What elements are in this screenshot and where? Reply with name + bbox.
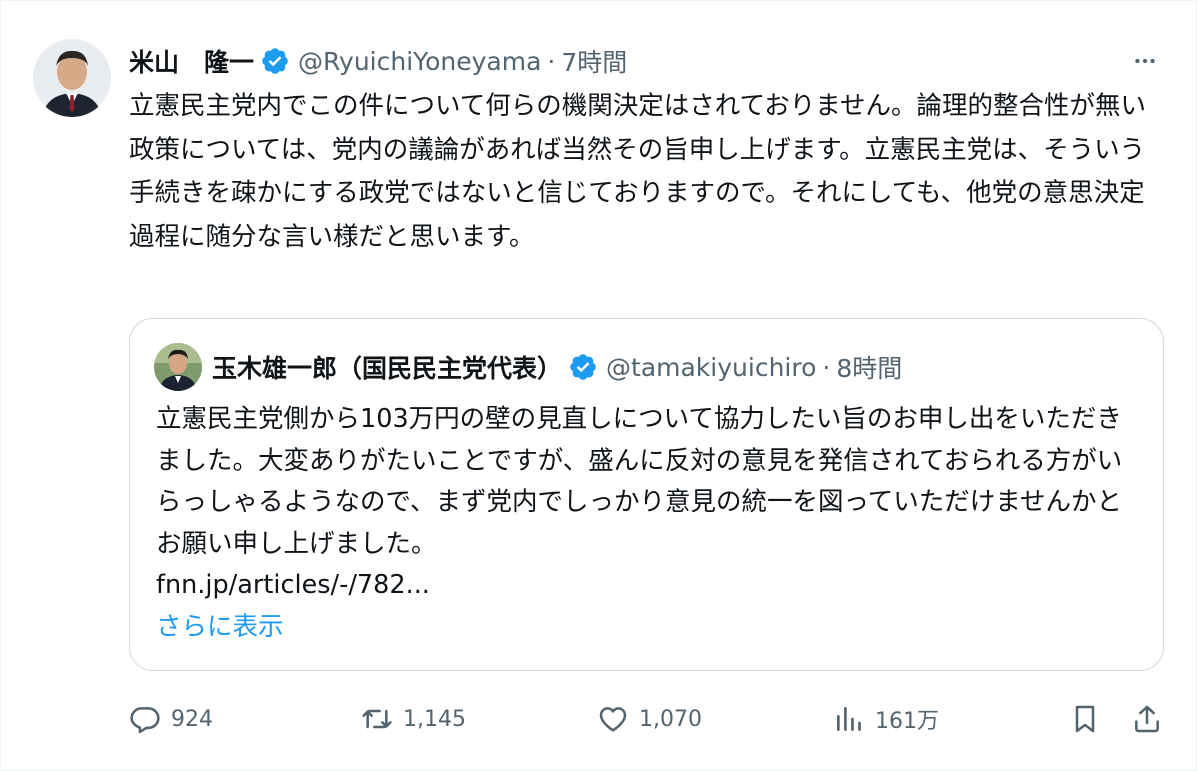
repost-count: 1,145	[403, 706, 466, 732]
post-time[interactable]: 7時間	[561, 43, 627, 79]
views-count: 161万	[875, 709, 939, 734]
like-button[interactable]: 1,070	[597, 697, 702, 741]
author-avatar[interactable]	[33, 39, 111, 117]
quoted-text: 立憲民主党側から103万円の壁の見直しについて協力したい旨のお申し出をいただきま…	[156, 404, 1123, 559]
reply-count: 924	[171, 706, 213, 732]
quoted-post-time: 8時間	[836, 354, 903, 383]
share-button[interactable]	[1131, 697, 1163, 741]
more-options-button[interactable]	[1130, 46, 1160, 76]
quoted-display-name: 玉木雄一郎（国民民主党代表）	[212, 354, 563, 383]
quoted-handle: @tamakiyuichiro	[606, 352, 817, 382]
header-separator: ·	[547, 46, 556, 76]
action-bar: 924 1,145 1,070 161万	[129, 697, 1165, 741]
reply-button[interactable]: 924	[129, 697, 213, 741]
verified-badge-icon	[260, 46, 290, 76]
views-button[interactable]: 161万	[833, 697, 939, 741]
tweet-text: 立憲民主党内でこの件について何らの機関決定はされておりません。論理的整合性が無い…	[129, 91, 1146, 252]
author-header: 米山 隆一 @RyuichiYoneyama · 7時間	[129, 41, 627, 81]
repost-button[interactable]: 1,145	[361, 697, 466, 741]
more-horizontal-icon	[1135, 58, 1155, 64]
heart-icon	[599, 707, 627, 732]
show-more-link[interactable]: さらに表示	[156, 607, 1146, 649]
verified-badge-icon	[568, 352, 598, 382]
reply-icon	[130, 707, 160, 734]
bookmark-icon	[1075, 705, 1095, 733]
quoted-text-block: 立憲民主党側から103万円の壁の見直しについて協力したい旨のお申し出をいただきま…	[156, 399, 1146, 648]
quoted-author-avatar	[154, 343, 202, 391]
tweet-card: 米山 隆一 @RyuichiYoneyama · 7時間 立憲民主党内でこの件に…	[0, 0, 1197, 771]
like-count: 1,070	[639, 706, 702, 732]
quoted-header-separator: ·	[822, 352, 831, 382]
share-icon	[1135, 705, 1159, 733]
quoted-link[interactable]: fnn.jp/articles/-/782...	[156, 565, 1146, 607]
views-chart-icon	[837, 707, 861, 731]
quoted-header: 玉木雄一郎（国民民主党代表） @tamakiyuichiro · 8時間	[212, 347, 902, 387]
repost-icon	[362, 709, 392, 729]
bookmark-button[interactable]	[1069, 697, 1101, 741]
author-handle[interactable]: @RyuichiYoneyama	[298, 47, 541, 76]
quoted-tweet[interactable]: 玉木雄一郎（国民民主党代表） @tamakiyuichiro · 8時間 立憲民…	[129, 318, 1164, 671]
author-display-name[interactable]: 米山 隆一	[129, 43, 254, 79]
